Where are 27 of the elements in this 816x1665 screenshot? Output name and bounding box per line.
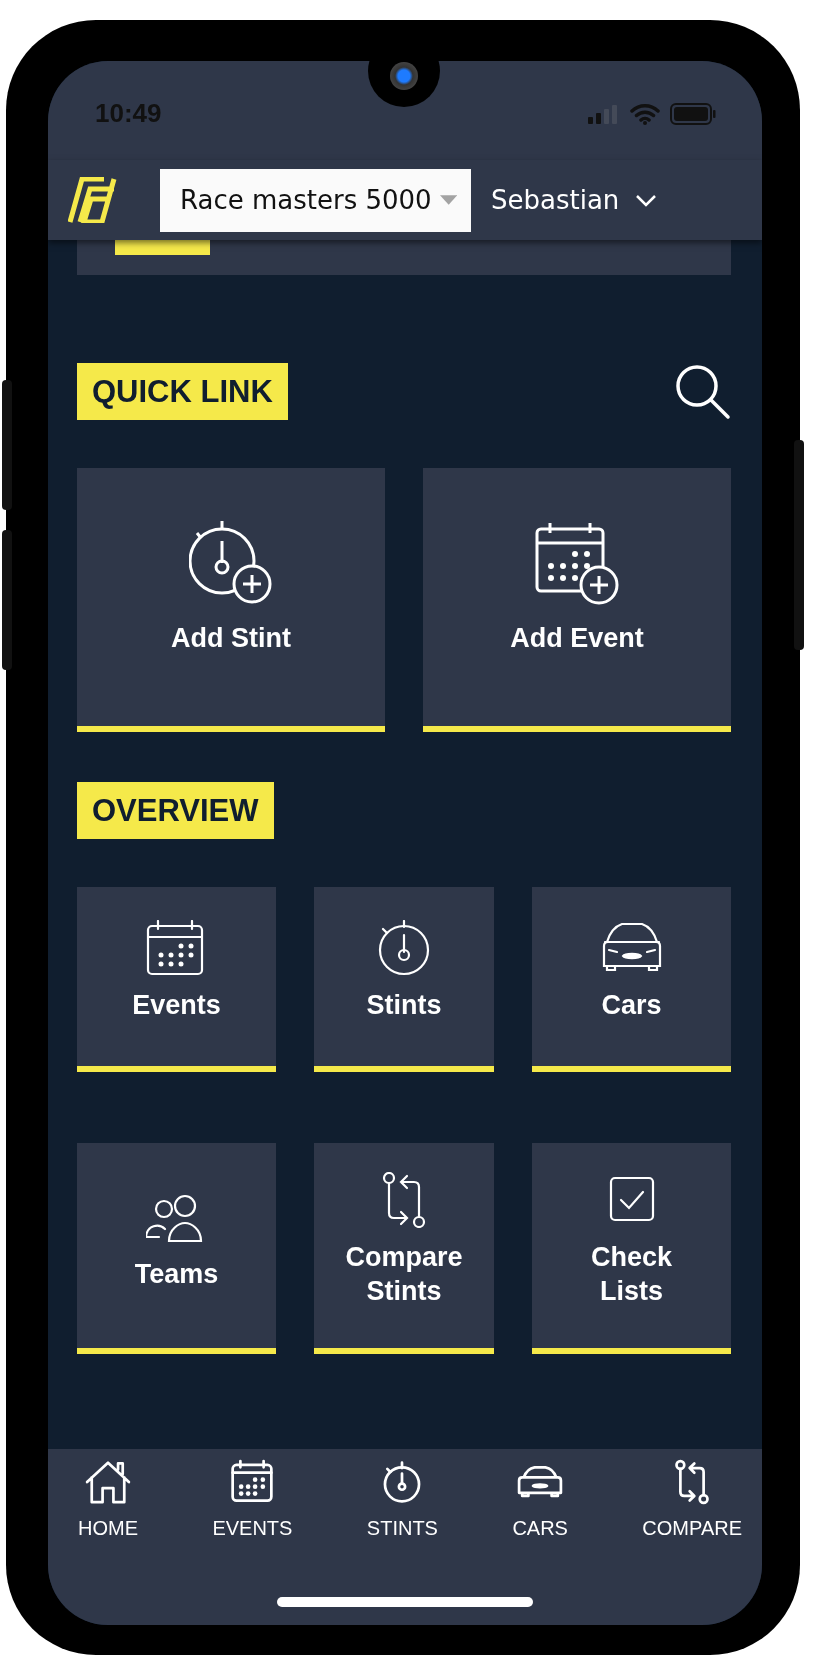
status-time: 10:49	[95, 98, 162, 129]
stopwatch-plus-icon	[189, 520, 273, 605]
overview-tile[interactable]: Compare Stints	[314, 1143, 494, 1354]
user-menu[interactable]: Sebastian	[491, 185, 658, 215]
battery-icon	[670, 102, 716, 125]
overview-tile[interactable]: Events	[77, 887, 276, 1072]
signal-icon	[588, 103, 620, 124]
overview-tile[interactable]: Teams	[77, 1143, 276, 1354]
search-icon[interactable]	[675, 363, 731, 420]
nav-tab[interactable]: EVENTS	[212, 1459, 293, 1549]
calendar-plus-icon	[535, 520, 619, 605]
home-icon	[84, 1459, 132, 1505]
nav-tab[interactable]: HOME	[78, 1459, 138, 1549]
section-title: QUICK LINK	[77, 363, 288, 420]
chevron-down-icon	[635, 193, 658, 207]
section-title: OVERVIEW	[77, 782, 274, 839]
event-select[interactable]: Race masters 5000	[160, 168, 471, 232]
nav-tab[interactable]: CARS	[512, 1459, 568, 1549]
caret-icon	[439, 195, 457, 205]
overview-tile[interactable]: Cars	[532, 887, 731, 1072]
nav-tab[interactable]: COMPARE	[642, 1459, 742, 1549]
nav-tab[interactable]: STINTS	[366, 1459, 438, 1549]
overview-tile[interactable]: Stints	[314, 887, 494, 1072]
overview-tile[interactable]: Check Lists	[532, 1143, 731, 1354]
wifi-icon	[630, 102, 660, 125]
quick-link-card[interactable]: Add Stint	[77, 468, 385, 732]
quick-link-card[interactable]: Add Event	[423, 468, 731, 732]
